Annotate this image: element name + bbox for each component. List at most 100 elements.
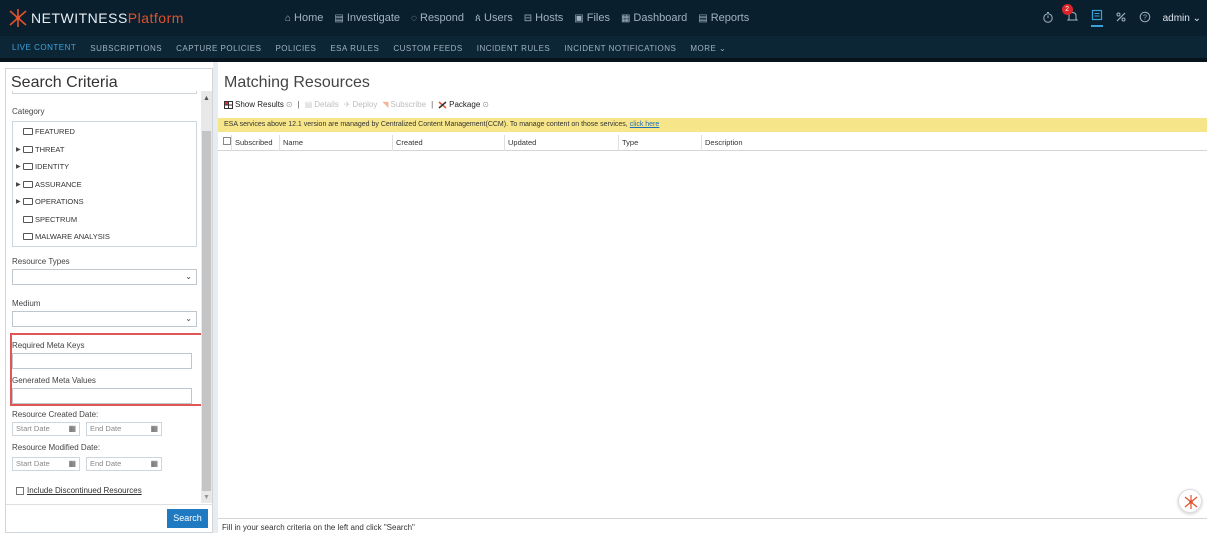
category-label: FEATURED <box>35 127 75 136</box>
include-discontinued-checkbox[interactable] <box>16 486 24 495</box>
show-results-label: Show Results <box>235 100 284 109</box>
nav-label: Files <box>586 12 610 24</box>
live-content-tool-icon[interactable] <box>1090 9 1103 27</box>
subscribe-button[interactable]: ◥ Subscribe <box>382 100 426 109</box>
category-label: MALWARE ANALYSIS <box>35 232 110 241</box>
generated-meta-values-input[interactable] <box>12 388 192 404</box>
category-item[interactable]: ▶ THREAT <box>16 145 64 154</box>
category-item[interactable]: ▶ IDENTITY <box>16 162 69 171</box>
nav-investigate[interactable]: ▤ Investigate <box>334 12 400 24</box>
created-end-date-input[interactable]: End Date ▦ <box>86 422 162 436</box>
folder-icon <box>23 163 33 170</box>
created-date-label: Resource Created Date: <box>12 410 99 419</box>
created-start-date-input[interactable]: Start Date ▦ <box>12 422 80 436</box>
category-item[interactable]: ▶ ASSURANCE <box>16 180 82 189</box>
netwitness-assistant-fab[interactable] <box>1178 489 1202 513</box>
created-start-date-placeholder: Start Date <box>16 424 50 433</box>
results-toolbar: Show Results ⊙ | ▤ Details ✈ Deploy ◥ Su… <box>224 100 489 109</box>
admin-tools-icon[interactable] <box>1115 11 1127 26</box>
column-divider <box>618 135 619 151</box>
status-divider <box>218 518 1207 519</box>
ccm-notice-link[interactable]: click here <box>630 121 660 128</box>
scroll-up-arrow-icon[interactable]: ▲ <box>203 95 210 102</box>
column-divider <box>279 135 280 151</box>
required-meta-keys-input[interactable] <box>12 353 192 369</box>
package-button[interactable]: Package ⊙ <box>438 100 489 109</box>
nav-label: Home <box>294 12 324 24</box>
nav-hosts[interactable]: ⊟ Hosts <box>524 12 564 24</box>
category-label: THREAT <box>35 144 65 154</box>
column-header-created[interactable]: Created <box>396 138 423 147</box>
help-icon[interactable]: ? <box>1139 11 1151 26</box>
column-header-description[interactable]: Description <box>705 138 743 147</box>
expand-arrow-icon[interactable]: ▶ <box>16 198 21 205</box>
column-divider <box>392 135 393 151</box>
column-header-updated[interactable]: Updated <box>508 138 536 147</box>
search-button[interactable]: Search <box>167 509 208 528</box>
chevron-down-icon: ⌄ <box>185 314 192 323</box>
deploy-label: Deploy <box>352 100 378 109</box>
folder-icon <box>23 215 33 223</box>
scrollbar-thumb[interactable] <box>202 131 211 491</box>
calendar-icon[interactable]: ▦ <box>150 423 158 435</box>
investigate-icon: ▤ <box>334 12 344 24</box>
category-label: Category <box>12 107 45 116</box>
medium-label: Medium <box>12 299 41 308</box>
timer-icon[interactable] <box>1042 11 1054 26</box>
nav-home[interactable]: ⌂ Home <box>285 12 323 24</box>
include-discontinued-row[interactable]: Include Discontinued Resources <box>16 486 142 495</box>
category-item[interactable]: MALWARE ANALYSIS <box>16 232 110 241</box>
scroll-down-arrow-icon[interactable]: ▼ <box>203 494 210 501</box>
netwitness-logo[interactable]: NETWITNESSPlatform <box>7 7 184 29</box>
notifications-bell-icon[interactable]: 2 <box>1061 4 1079 26</box>
category-label: IDENTITY <box>35 162 70 171</box>
folder-icon <box>23 198 33 205</box>
modified-end-date-placeholder: End Date <box>90 459 122 468</box>
modified-start-date-placeholder: Start Date <box>16 459 50 468</box>
column-header-type[interactable]: Type <box>622 138 638 147</box>
show-results-button[interactable]: Show Results ⊙ <box>224 100 293 109</box>
deploy-icon: ✈ <box>343 100 351 109</box>
category-label: ASSURANCE <box>35 179 82 189</box>
nav-reports[interactable]: ▤ Reports <box>698 12 749 24</box>
ccm-notice-text: ESA services above 12.1 version are mana… <box>224 121 628 128</box>
select-all-checkbox[interactable] <box>223 137 231 145</box>
main-nav: ⌂ Home ▤ Investigate ◌ Respond ጰ Users ⊟ Hosts ▣ Fi… <box>285 0 749 36</box>
folder-icon <box>23 145 33 153</box>
calendar-icon[interactable]: ▦ <box>68 458 76 470</box>
modified-start-date-input[interactable]: Start Date ▦ <box>12 457 80 471</box>
expand-arrow-icon[interactable]: ▶ <box>16 146 21 153</box>
package-label: Package <box>449 100 481 109</box>
nav-users[interactable]: ጰ Users <box>475 12 513 24</box>
calendar-icon[interactable]: ▦ <box>150 458 158 470</box>
calendar-icon[interactable]: ▦ <box>68 423 76 435</box>
expand-arrow-icon[interactable]: ▶ <box>16 163 21 170</box>
nav-respond[interactable]: ◌ Respond <box>411 12 464 24</box>
modified-end-date-input[interactable]: End Date ▦ <box>86 457 162 471</box>
nav-files[interactable]: ▣ Files <box>574 12 610 24</box>
collapsed-field-stub <box>12 91 197 94</box>
folder-icon <box>23 180 33 188</box>
sub-nav: LIVE CONTENT SUBSCRIPTIONS CAPTURE POLICIE… <box>0 36 1207 62</box>
category-item[interactable]: SPECTRUM <box>16 215 77 224</box>
deploy-button[interactable]: ✈ Deploy <box>344 100 378 109</box>
medium-select[interactable]: ⌄ <box>12 311 197 327</box>
nav-label: Dashboard <box>633 12 688 24</box>
category-tree: FEATURED ▶ THREAT ▶ IDENTITY ▶ ASSURANCE ▶ OPERA… <box>12 121 197 247</box>
nav-dashboard[interactable]: ▦ Dashboard <box>621 12 687 24</box>
column-header-name[interactable]: Name <box>283 138 303 147</box>
search-criteria-scroll-area[interactable]: Category FEATURED ▶ THREAT ▶ IDENTITY ▶ ASSURA… <box>6 91 213 501</box>
nav-label: Reports <box>710 12 750 24</box>
details-button[interactable]: ▤ Details <box>305 100 339 109</box>
resource-types-select[interactable]: ⌄ <box>12 269 197 285</box>
search-criteria-scrollbar[interactable]: ▲ ▼ <box>201 91 212 503</box>
category-item[interactable]: FEATURED <box>16 127 75 136</box>
user-menu[interactable]: admin ⌄ <box>1163 13 1201 24</box>
expand-arrow-icon[interactable]: ▶ <box>16 181 21 188</box>
status-message: Fill in your search criteria on the left… <box>222 523 415 532</box>
required-meta-keys-label: Required Meta Keys <box>12 341 85 350</box>
column-header-subscribed[interactable]: Subscribed <box>235 138 273 147</box>
include-discontinued-label[interactable]: Include Discontinued Resources <box>27 486 142 495</box>
category-item[interactable]: ▶ OPERATIONS <box>16 197 84 206</box>
logo-platform-text: Platform <box>127 10 184 26</box>
